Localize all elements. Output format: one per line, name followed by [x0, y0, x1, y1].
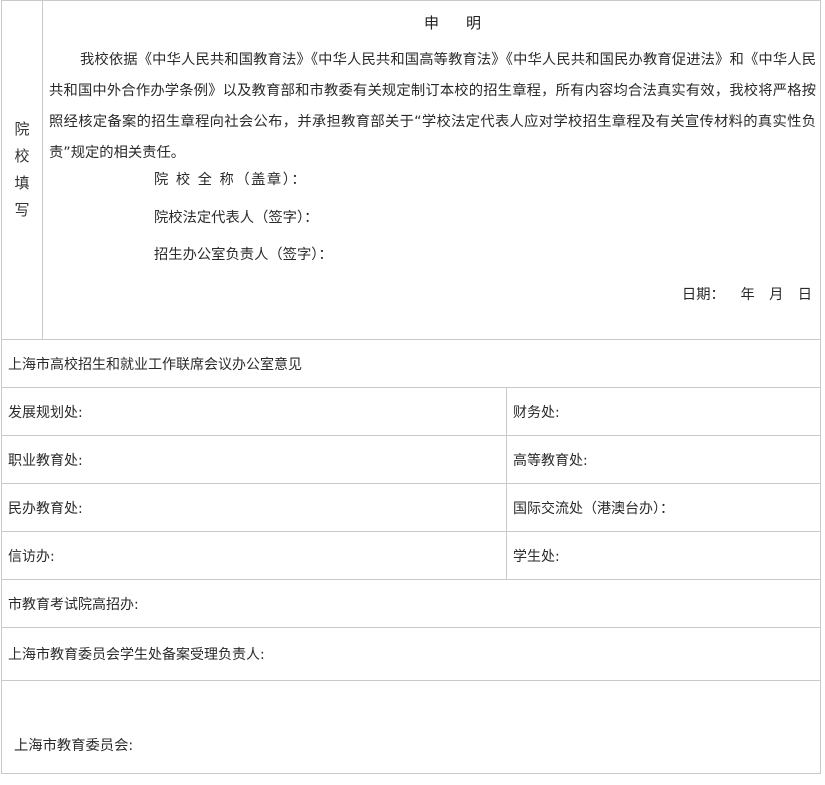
higher-edu-field: 高等教育处: — [506, 435, 821, 484]
student-office-filing-field: 上海市教育委员会学生处备案受理负责人: — [1, 627, 821, 681]
commission-label: 上海市教育委员会: — [14, 738, 134, 754]
committee-opinion-heading: 上海市高校招生和就业工作联席会议办公室意见 — [1, 339, 821, 388]
side-label-char: 校 — [14, 147, 30, 165]
side-label-char: 填 — [14, 174, 30, 192]
declaration-body: 我校依据《中华人民共和国教育法》《中华人民共和国高等教育法》《中华人民共和国民办… — [49, 52, 816, 161]
declaration-cell: 申 明 我校依据《中华人民共和国教育法》《中华人民共和国高等教育法》《中华人民共… — [42, 0, 821, 340]
side-label-char: 写 — [14, 201, 30, 219]
commission-field: 上海市教育委员会: — [1, 680, 821, 774]
declaration-title: 申 明 — [423, 14, 487, 32]
admissions-head-signature-label: 招生办公室负责人（签字）： — [154, 247, 333, 263]
student-affairs-field: 学生处: — [506, 531, 821, 580]
school-fill-section-label: 院 校 填 写 — [1, 0, 43, 340]
vocational-edu-field: 职业教育处: — [1, 435, 507, 484]
filing-form: 院 校 填 写 申 明 我校依据《中华人民共和国教育法》《中华人民共和国高等教育… — [0, 0, 825, 785]
exam-office-field: 市教育考试院高招办: — [1, 579, 821, 628]
planning-dept-field: 发展规划处: — [1, 387, 507, 436]
finance-dept-field: 财务处: — [506, 387, 821, 436]
side-label-char: 院 — [14, 120, 30, 138]
legal-rep-signature-label: 院校法定代表人（签字）： — [154, 210, 319, 226]
intl-exchange-field: 国际交流处（港澳台办）： — [506, 483, 821, 532]
private-edu-field: 民办教育处: — [1, 483, 507, 532]
form-table: 院 校 填 写 申 明 我校依据《中华人民共和国教育法》《中华人民共和国高等教育… — [1, 0, 821, 774]
petition-office-field: 信访办: — [1, 531, 507, 580]
school-name-seal-label: 院 校 全 称（盖章）： — [154, 172, 308, 188]
date-line: 日期： 年 月 日 — [681, 287, 812, 303]
